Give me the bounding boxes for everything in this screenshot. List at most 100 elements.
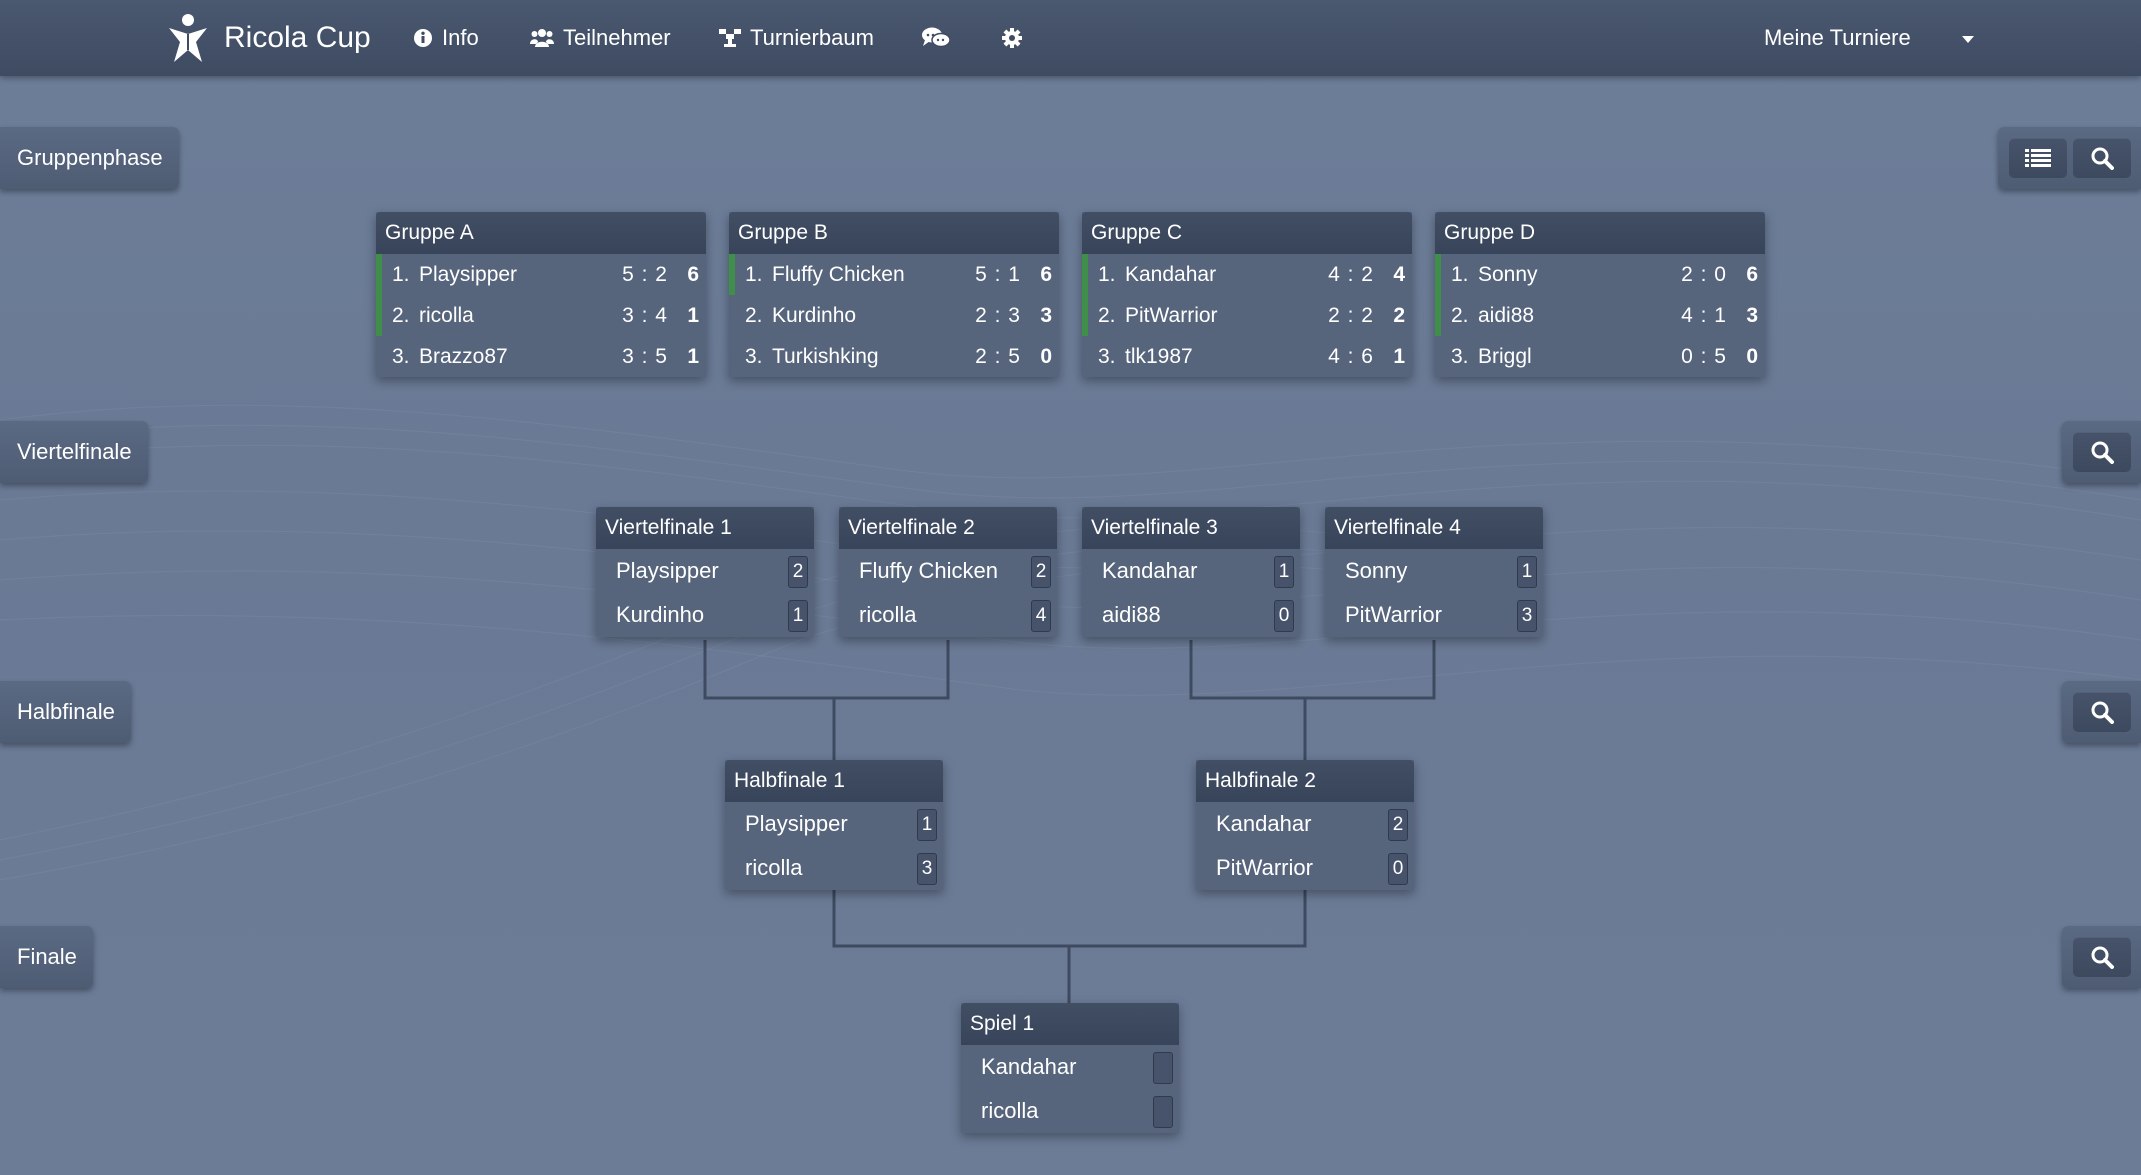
rank: 3.	[1451, 344, 1469, 368]
my-tournaments-label: Meine Turniere	[1764, 25, 1911, 50]
points: 1	[687, 303, 699, 327]
gear-icon	[1002, 28, 1022, 48]
brand[interactable]: Ricola Cup	[166, 14, 371, 62]
player-name: Turkishking	[772, 344, 879, 368]
match-player-row: Playsipper 2	[596, 549, 814, 593]
nav-chat[interactable]	[922, 18, 959, 58]
player-name: ricolla	[745, 855, 803, 880]
round-label-final[interactable]: Finale	[0, 926, 93, 988]
nav-settings[interactable]	[1002, 18, 1031, 58]
match-score: 3	[917, 853, 937, 885]
list-view-button[interactable]	[2009, 138, 2067, 178]
match-card[interactable]: Halbfinale 2 Kandahar 2 PitWarrior 0	[1196, 760, 1414, 890]
match-card[interactable]: Viertelfinale 2 Fluffy Chicken 2 ricolla…	[839, 507, 1057, 637]
background-waves	[0, 404, 2141, 881]
group-row: 1. Fluffy Chicken 5 : 1 6	[729, 254, 1059, 295]
player-name: PitWarrior	[1125, 303, 1218, 327]
player-name: Playsipper	[745, 811, 848, 836]
player-name: tlk1987	[1125, 344, 1193, 368]
points: 0	[1746, 344, 1758, 368]
match-player-row: PitWarrior 3	[1325, 593, 1543, 637]
group-tools	[1998, 127, 2141, 189]
player-name: Playsipper	[616, 558, 719, 583]
group-row: 3. Turkishking 2 : 5 0	[729, 336, 1059, 377]
match-title: Spiel 1	[961, 1003, 1179, 1045]
match-title: Viertelfinale 3	[1082, 507, 1300, 549]
group-row: 2. Kurdinho 2 : 3 3	[729, 295, 1059, 336]
tournament-logo-icon	[169, 14, 207, 62]
points: 0	[1040, 344, 1052, 368]
group-title: Gruppe C	[1082, 212, 1412, 254]
match-score[interactable]	[1153, 1052, 1173, 1084]
nav-participants[interactable]: Teilnehmer	[530, 18, 671, 58]
match-card[interactable]: Viertelfinale 3 Kandahar 1 aidi88 0	[1082, 507, 1300, 637]
zoom-group-button[interactable]	[2073, 138, 2131, 178]
match-card[interactable]: Halbfinale 1 Playsipper 1 ricolla 3	[725, 760, 943, 890]
group-card[interactable]: Gruppe A 1. Playsipper 5 : 2 6 2. ricoll…	[376, 212, 706, 377]
semi-tools	[2062, 681, 2141, 743]
round-label-group[interactable]: Gruppenphase	[0, 127, 179, 189]
match-score: 1	[788, 600, 808, 632]
match-card-final[interactable]: Spiel 1 Kandahar ricolla	[961, 1003, 1179, 1133]
group-title: Gruppe D	[1435, 212, 1765, 254]
player-name: Kurdinho	[772, 303, 857, 327]
zoom-final-button[interactable]	[2073, 937, 2131, 977]
points: 3	[1040, 303, 1052, 327]
goal-score: 4 : 1	[1681, 303, 1727, 327]
final-tools	[2062, 926, 2141, 988]
points: 1	[687, 344, 699, 368]
group-row: 2. aidi88 4 : 1 3	[1435, 295, 1765, 336]
match-score: 1	[917, 809, 937, 841]
match-player-row: Kandahar	[961, 1045, 1179, 1089]
player-name: Playsipper	[419, 262, 518, 286]
rank: 2.	[1451, 303, 1469, 327]
match-score: 0	[1388, 853, 1408, 885]
match-card[interactable]: Viertelfinale 4 Sonny 1 PitWarrior 3	[1325, 507, 1543, 637]
match-score[interactable]	[1153, 1096, 1173, 1128]
player-name: ricolla	[859, 602, 917, 627]
player-name: Kandahar	[1125, 262, 1217, 286]
rank: 2.	[392, 303, 410, 327]
goal-score: 2 : 5	[975, 344, 1021, 368]
group-row: 3. tlk1987 4 : 6 1	[1082, 336, 1412, 377]
goal-score: 3 : 4	[622, 303, 668, 327]
player-name: Kurdinho	[616, 602, 705, 627]
top-navbar: Ricola Cup Info Teilnehmer Turnierbaum M…	[0, 0, 2141, 76]
player-name: Fluffy Chicken	[859, 558, 998, 583]
group-card[interactable]: Gruppe C 1. Kandahar 4 : 2 4 2. PitWarri…	[1082, 212, 1412, 377]
rank: 1.	[745, 262, 763, 286]
match-score: 1	[1274, 556, 1294, 588]
group-card[interactable]: Gruppe B 1. Fluffy Chicken 5 : 1 6 2. Ku…	[729, 212, 1059, 377]
group-card[interactable]: Gruppe D 1. Sonny 2 : 0 6 2. aidi88 4 : …	[1435, 212, 1765, 377]
group-row: 1. Sonny 2 : 0 6	[1435, 254, 1765, 295]
search-icon	[2091, 441, 2114, 464]
match-title: Viertelfinale 4	[1325, 507, 1543, 549]
match-title: Viertelfinale 1	[596, 507, 814, 549]
group-row: 3. Brazzo87 3 : 5 1	[376, 336, 706, 377]
player-name: Kandahar	[1102, 558, 1198, 583]
player-name: Briggl	[1478, 344, 1532, 368]
group-row: 2. PitWarrior 2 : 2 2	[1082, 295, 1412, 336]
rank: 2.	[745, 303, 763, 327]
round-label-quarter[interactable]: Viertelfinale	[0, 421, 148, 483]
rank: 2.	[1098, 303, 1116, 327]
points: 2	[1393, 303, 1405, 327]
match-player-row: Kandahar 2	[1196, 802, 1414, 846]
zoom-quarter-button[interactable]	[2073, 432, 2131, 472]
player-name: Brazzo87	[419, 344, 508, 368]
match-card[interactable]: Viertelfinale 1 Playsipper 2 Kurdinho 1	[596, 507, 814, 637]
match-title: Viertelfinale 2	[839, 507, 1057, 549]
zoom-semi-button[interactable]	[2073, 692, 2131, 732]
goal-score: 2 : 2	[1328, 303, 1374, 327]
my-tournaments-dropdown[interactable]: Meine Turniere	[1764, 18, 1974, 58]
group-title: Gruppe A	[376, 212, 706, 254]
nav-bracket[interactable]: Turnierbaum	[719, 18, 874, 58]
points: 6	[1040, 262, 1052, 286]
nav-info[interactable]: Info	[413, 18, 479, 58]
rank: 3.	[1098, 344, 1116, 368]
points: 1	[1393, 344, 1405, 368]
points: 6	[687, 262, 699, 286]
match-score: 2	[788, 556, 808, 588]
list-icon	[2025, 149, 2051, 167]
round-label-semi[interactable]: Halbfinale	[0, 681, 131, 743]
